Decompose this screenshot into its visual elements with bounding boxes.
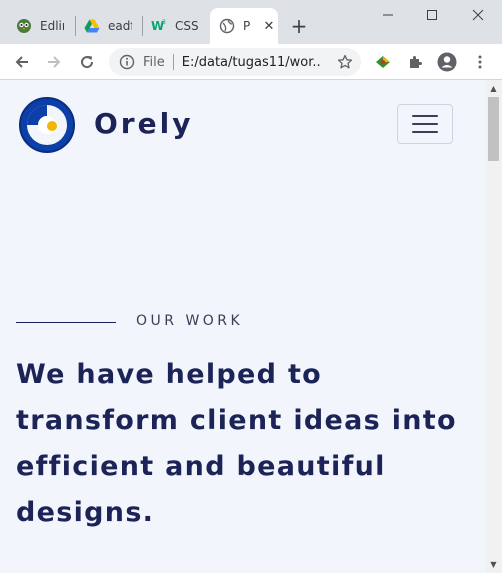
- back-arrow-icon[interactable]: [8, 48, 36, 76]
- hamburger-line: [412, 131, 438, 133]
- maximize-icon[interactable]: [410, 0, 454, 30]
- brand-logo-icon[interactable]: [18, 96, 76, 154]
- hamburger-line: [412, 115, 438, 117]
- profile-avatar-icon[interactable]: [433, 48, 461, 76]
- window-close-icon[interactable]: [456, 0, 500, 30]
- browser-toolbar: File E:/data/tugas11/wor...: [0, 44, 502, 80]
- address-divider: [172, 54, 174, 70]
- scheme-label: File: [143, 54, 165, 70]
- hamburger-line: [412, 123, 438, 125]
- tab-w3schools[interactable]: W3 CSS: [135, 8, 199, 44]
- w3schools-icon: W3: [151, 18, 167, 34]
- tab-drive[interactable]: eadfe: [68, 8, 132, 44]
- page-scrollbar[interactable]: ▲ ▼: [485, 80, 502, 573]
- tab-title: eadfe: [108, 19, 132, 33]
- tab-title: P: [243, 19, 251, 33]
- minimize-icon[interactable]: [366, 0, 410, 30]
- tab-edlink[interactable]: Edlink: [0, 8, 64, 44]
- brand-name[interactable]: Orely: [94, 107, 193, 140]
- google-drive-icon: [84, 18, 100, 34]
- address-bar[interactable]: File E:/data/tugas11/wor...: [109, 48, 361, 76]
- url-text[interactable]: E:/data/tugas11/wor...: [182, 55, 322, 70]
- tab-title: CSS: [175, 19, 199, 33]
- scroll-thumb[interactable]: [488, 97, 499, 161]
- scroll-up-arrow-icon[interactable]: ▲: [485, 80, 502, 97]
- extension-icon[interactable]: [369, 48, 397, 76]
- svg-text:3: 3: [162, 19, 166, 26]
- forward-arrow-icon[interactable]: [40, 48, 68, 76]
- hero-headline: We have helped to transform client ideas…: [16, 359, 457, 528]
- puzzle-icon[interactable]: [401, 48, 429, 76]
- new-tab-button[interactable]: +: [287, 14, 311, 38]
- scroll-down-arrow-icon[interactable]: ▼: [485, 556, 502, 573]
- tab-strip: Edlink eadfe W3 CSS P ✕ +: [0, 0, 502, 44]
- more-menu-icon[interactable]: [466, 48, 494, 76]
- star-icon[interactable]: [337, 54, 353, 70]
- globe-icon: [219, 18, 235, 34]
- tab-active[interactable]: P ✕: [210, 8, 278, 44]
- close-tab-icon[interactable]: ✕: [261, 18, 277, 34]
- owl-icon: [16, 18, 32, 34]
- tab-title: Edlink: [40, 19, 64, 33]
- menu-toggle-button[interactable]: [397, 104, 453, 144]
- page-viewport: Orely OUR WORK We have helped to transfo…: [0, 80, 502, 573]
- info-icon[interactable]: [119, 54, 135, 70]
- section-label: OUR WORK: [136, 313, 244, 329]
- reload-icon[interactable]: [73, 48, 101, 76]
- eyebrow-divider: [16, 322, 116, 323]
